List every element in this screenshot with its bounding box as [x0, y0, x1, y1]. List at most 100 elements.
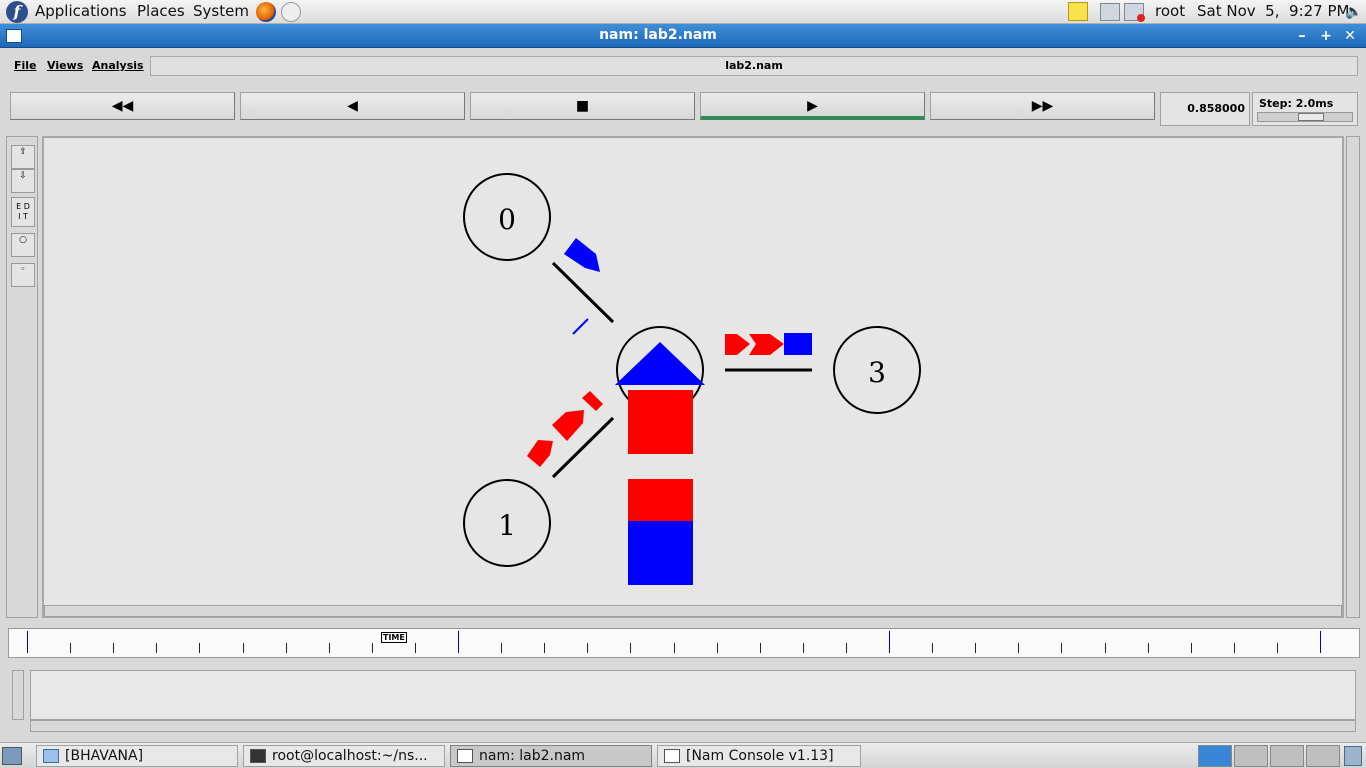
network-manager-icon[interactable]: [1100, 3, 1120, 21]
zoom-out-icon[interactable]: ⇩: [11, 169, 35, 193]
canvas-vertical-scrollbar[interactable]: [1346, 136, 1360, 618]
timeline-tick: [199, 643, 201, 653]
terminal-icon: [250, 749, 266, 763]
packet-red-link-1-2-a: [582, 391, 603, 411]
taskbar-item-bhavana[interactable]: [BHAVANA]: [36, 745, 238, 767]
fedora-logo-icon[interactable]: f: [6, 1, 28, 23]
filename-label: lab2.nam: [150, 56, 1358, 76]
tool-palette: ⇧ ⇩ E D I T ○ ◦: [6, 136, 38, 618]
clock[interactable]: Sat Nov 5, 9:27 PM: [1197, 2, 1349, 20]
taskbar-item-nam-console[interactable]: [Nam Console v1.13]: [657, 745, 861, 767]
timeline-tick: [501, 643, 503, 653]
step-control: Step: 2.0ms: [1252, 92, 1358, 126]
window-icon: [664, 749, 680, 763]
workspace-4[interactable]: [1306, 745, 1340, 767]
window-title: nam: lab2.nam: [599, 27, 717, 43]
edit-button[interactable]: E D I T: [11, 197, 35, 227]
step-back-button[interactable]: ◀: [240, 92, 465, 120]
applications-menu[interactable]: Applications: [35, 2, 127, 20]
taskbar-item-terminal[interactable]: root@localhost:~/ns...: [243, 745, 445, 767]
taskbar-item-label: [BHAVANA]: [65, 748, 144, 764]
show-desktop-icon[interactable]: [2, 747, 22, 765]
workspace-1[interactable]: [1198, 745, 1232, 767]
node-0[interactable]: 0: [463, 173, 551, 261]
timeline-tick: [156, 643, 158, 653]
close-icon[interactable]: ✕: [1340, 27, 1360, 45]
top-panel: f Applications Places System root Sat No…: [0, 0, 1366, 24]
timeline-tick: [1061, 643, 1063, 653]
packet-red-link-1-2-b: [552, 410, 584, 441]
node-0-label: 0: [498, 203, 516, 236]
firefox-icon[interactable]: [256, 2, 276, 22]
timeline-tick: [1233, 643, 1235, 653]
volume-icon[interactable]: 🔈: [1345, 4, 1363, 20]
workspace-3[interactable]: [1270, 745, 1304, 767]
workspace-2[interactable]: [1234, 745, 1268, 767]
time-display: 0.858000: [1160, 92, 1250, 126]
step-slider-thumb[interactable]: [1298, 113, 1324, 121]
timeline-tick: [889, 631, 890, 653]
packet-blue-queue-head: [615, 342, 705, 385]
timeline-tick: [630, 643, 632, 653]
timeline-tick: [544, 643, 546, 653]
fast-forward-button[interactable]: ▶▶: [930, 92, 1155, 120]
timeline-tick: [113, 643, 115, 653]
packet-blue-link-2-3: [784, 333, 812, 355]
annotation-horizontal-scrollbar[interactable]: [30, 720, 1356, 732]
timeline-tick: [27, 631, 28, 653]
topology-svg: 0 1 3: [463, 173, 921, 585]
node-1-label: 1: [498, 509, 516, 542]
small-circle-icon[interactable]: ◦: [11, 263, 35, 287]
play-button[interactable]: ▶: [700, 92, 925, 120]
taskbar-item-label: root@localhost:~/ns...: [272, 748, 428, 764]
timeline-time-marker[interactable]: TIME: [381, 632, 407, 643]
maximize-icon[interactable]: +: [1316, 27, 1336, 45]
timeline-tick: [328, 643, 330, 653]
bottom-panel: [BHAVANA] root@localhost:~/ns... nam: la…: [0, 742, 1366, 768]
packet-red-queue: [628, 390, 693, 454]
node-3[interactable]: 3: [833, 326, 921, 414]
timeline-tick: [759, 643, 761, 653]
mail-icon[interactable]: [281, 2, 301, 22]
menubar: File Views Analysis lab2.nam: [4, 54, 1362, 80]
node-circle-icon[interactable]: ○: [11, 233, 35, 257]
stop-button[interactable]: ■: [470, 92, 695, 120]
packet-red-link-1-2-c: [527, 440, 553, 467]
node-1[interactable]: 1: [463, 479, 551, 567]
canvas-horizontal-scrollbar[interactable]: [44, 605, 1342, 617]
packet-blue-queue: [628, 521, 693, 585]
timeline-tick: [371, 643, 373, 653]
timeline-tick: [1018, 643, 1020, 653]
timeline-tick: [1276, 643, 1278, 653]
views-menu[interactable]: Views: [47, 59, 83, 72]
timeline-tick: [802, 643, 804, 653]
minimize-icon[interactable]: –: [1292, 27, 1312, 45]
timeline-tick: [845, 643, 847, 653]
analysis-menu[interactable]: Analysis: [92, 59, 144, 72]
notes-icon[interactable]: [1068, 2, 1088, 21]
network-status-icon[interactable]: [1124, 3, 1145, 22]
annotation-vertical-scrollbar[interactable]: [12, 670, 24, 720]
file-menu[interactable]: File: [14, 59, 37, 72]
trash-icon[interactable]: [1344, 746, 1362, 766]
taskbar-item-label: [Nam Console v1.13]: [686, 748, 834, 764]
taskbar-item-nam[interactable]: nam: lab2.nam: [450, 745, 652, 767]
places-menu[interactable]: Places: [137, 2, 185, 20]
window-titlebar[interactable]: nam: lab2.nam – + ✕: [0, 24, 1366, 48]
system-menu[interactable]: System: [193, 2, 249, 20]
taskbar-item-label: nam: lab2.nam: [479, 748, 586, 764]
rewind-button[interactable]: ◀◀: [10, 92, 235, 120]
link-0-2: [551, 261, 615, 324]
annotation-panel[interactable]: [30, 670, 1356, 720]
zoom-in-icon[interactable]: ⇧: [11, 145, 35, 169]
user-name[interactable]: root: [1155, 2, 1185, 20]
step-slider[interactable]: [1257, 112, 1353, 122]
network-canvas[interactable]: 0 1 3: [42, 136, 1344, 618]
timeline-tick: [587, 643, 589, 653]
timeline-tick: [285, 643, 287, 653]
timeline-tick: [975, 643, 977, 653]
timeline-slider[interactable]: TIME: [8, 628, 1360, 658]
timeline-tick: [1320, 631, 1321, 653]
packet-red-queue-2: [628, 479, 693, 521]
packet-red-link-2-3-a: [725, 334, 750, 355]
